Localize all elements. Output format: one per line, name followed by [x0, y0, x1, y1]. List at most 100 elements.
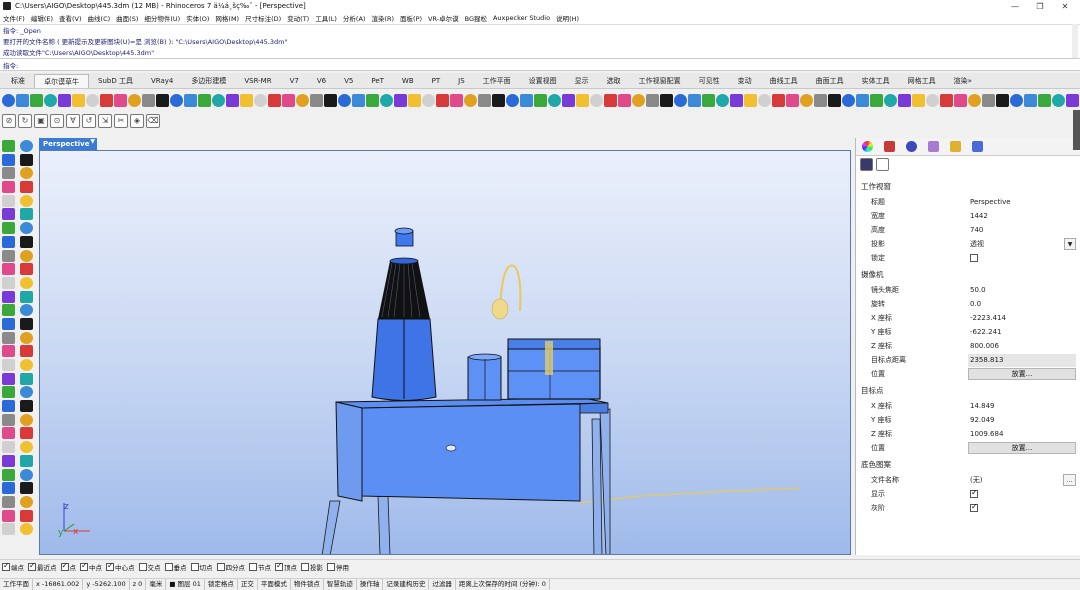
left-tool-icon[interactable]	[20, 345, 33, 358]
show-checkbox[interactable]	[970, 488, 978, 498]
toolbar-tool-icon[interactable]	[814, 94, 827, 107]
toolbar-tool-icon[interactable]	[520, 94, 533, 107]
tool-erase-icon[interactable]: ⌫	[146, 114, 160, 128]
toolbar-tool-icon[interactable]	[982, 94, 995, 107]
toolbar-tool-icon[interactable]	[16, 94, 29, 107]
left-tool-icon[interactable]	[2, 482, 15, 495]
tool-filter-icon[interactable]: ∀	[66, 114, 80, 128]
toolbar-tool-icon[interactable]	[352, 94, 365, 107]
left-tool-icon[interactable]	[20, 468, 33, 481]
value-title[interactable]: Perspective	[968, 196, 1076, 209]
tab-js[interactable]: JS	[449, 74, 474, 88]
status-cplane[interactable]: 工作平面	[0, 578, 33, 590]
toolbar-tool-icon[interactable]	[212, 94, 225, 107]
osnap-option[interactable]: 中点	[80, 561, 102, 572]
toolbar-tool-icon[interactable]	[338, 94, 351, 107]
tab-pt[interactable]: PT	[423, 74, 450, 88]
toolbar-tool-icon[interactable]	[968, 94, 981, 107]
toolbar-tool-icon[interactable]	[58, 94, 71, 107]
value-target-x[interactable]: 14.849	[968, 400, 1076, 413]
menu-solid[interactable]: 实体(O)	[186, 13, 209, 23]
toolbar-tool-icon[interactable]	[422, 94, 435, 107]
toolbar-tool-icon[interactable]	[394, 94, 407, 107]
status-gumball[interactable]: 操作轴	[357, 578, 384, 590]
tool-target-icon[interactable]: ⊙	[50, 114, 64, 128]
toolbar-tool-icon[interactable]	[268, 94, 281, 107]
grayscale-checkbox[interactable]	[970, 502, 978, 512]
chevron-down-icon[interactable]: ▼	[1064, 238, 1076, 250]
texture-icon[interactable]	[972, 141, 983, 152]
status-osnap[interactable]: 物件锁点	[291, 578, 324, 590]
toolbar-tool-icon[interactable]	[996, 94, 1009, 107]
left-tool-icon[interactable]	[20, 441, 33, 454]
toolbar-tool-icon[interactable]	[1066, 94, 1079, 107]
tab-solid-tools[interactable]: 实体工具	[853, 74, 899, 88]
menu-surface[interactable]: 曲面(S)	[116, 13, 138, 23]
left-tool-icon[interactable]	[20, 495, 33, 508]
toolbar-tool-icon[interactable]	[688, 94, 701, 107]
tool-rotate-view-icon[interactable]: ↻	[18, 114, 32, 128]
osnap-option[interactable]: 点	[60, 561, 76, 572]
tab-visibility[interactable]: 可见性	[690, 74, 729, 88]
left-tool-icon[interactable]	[2, 317, 15, 330]
left-tool-icon[interactable]	[20, 509, 33, 522]
menu-panels[interactable]: 面板(P)	[400, 13, 422, 23]
tab-setview[interactable]: 设置视图	[520, 74, 566, 88]
toolbar-tool-icon[interactable]	[954, 94, 967, 107]
left-tool-icon[interactable]	[20, 167, 33, 180]
value-lens[interactable]: 50.0	[968, 284, 1076, 297]
left-tool-icon[interactable]	[20, 523, 33, 536]
tab-vray4[interactable]: VRay4	[142, 74, 182, 88]
osnap-option[interactable]: 停用	[327, 562, 349, 572]
toolbar-tool-icon[interactable]	[44, 94, 57, 107]
osnap-checkbox[interactable]	[28, 561, 36, 571]
tab-zhuoermo[interactable]: 卓尔谟草牛	[34, 74, 89, 88]
tool-layers-icon[interactable]: ◈	[130, 114, 144, 128]
command-input[interactable]	[18, 59, 419, 70]
left-tool-icon[interactable]	[20, 249, 33, 262]
place-target-button[interactable]: 放置...	[968, 442, 1076, 454]
osnap-checkbox[interactable]	[190, 563, 199, 571]
left-tool-icon[interactable]	[2, 194, 15, 207]
toolbar-tool-icon[interactable]	[1052, 94, 1065, 107]
toolbar-tool-icon[interactable]	[674, 94, 687, 107]
left-tool-icon[interactable]	[2, 153, 15, 166]
left-tool-icon[interactable]	[20, 317, 33, 330]
left-tool-icon[interactable]	[20, 235, 33, 248]
menu-view[interactable]: 查看(V)	[59, 13, 82, 23]
left-tool-icon[interactable]	[2, 441, 15, 454]
toolbar-tool-icon[interactable]	[72, 94, 85, 107]
toolbar-tool-icon[interactable]	[408, 94, 421, 107]
toolbar-tool-icon[interactable]	[758, 94, 771, 107]
toolbar-tool-icon[interactable]	[254, 94, 267, 107]
brush-icon[interactable]	[928, 141, 939, 152]
left-tool-icon[interactable]	[2, 276, 15, 289]
menu-vr[interactable]: VR-卓尔谟	[428, 13, 459, 23]
toolbar-tool-icon[interactable]	[464, 94, 477, 107]
menu-curve[interactable]: 曲线(C)	[88, 13, 111, 23]
toolbar-tool-icon[interactable]	[184, 94, 197, 107]
left-tool-icon[interactable]	[20, 482, 33, 495]
toolbar-tool-icon[interactable]	[2, 94, 15, 107]
left-tool-icon[interactable]	[20, 454, 33, 467]
status-ortho[interactable]: 正交	[238, 578, 258, 590]
left-tool-icon[interactable]	[2, 167, 15, 180]
menu-bg[interactable]: BG猩松	[465, 13, 487, 23]
toolbar-tool-icon[interactable]	[884, 94, 897, 107]
right-scrollbar[interactable]	[1073, 110, 1080, 150]
left-tool-icon[interactable]	[2, 427, 15, 440]
left-tool-icon[interactable]	[20, 290, 33, 303]
tab-viewport-layout[interactable]: 工作视窗配置	[630, 74, 690, 88]
left-tool-icon[interactable]	[2, 263, 15, 276]
projection-select[interactable]: 透视 ▼	[968, 238, 1076, 251]
osnap-checkbox[interactable]	[138, 563, 147, 571]
value-height[interactable]: 740	[968, 224, 1076, 237]
menu-subd[interactable]: 细分物件(U)	[144, 13, 180, 23]
left-tool-icon[interactable]	[20, 276, 33, 289]
tool-cplane-icon[interactable]: ⊘	[2, 114, 16, 128]
value-target-z[interactable]: 1009.684	[968, 428, 1076, 441]
status-units[interactable]: 毫米	[146, 578, 167, 590]
left-tool-icon[interactable]	[2, 345, 15, 358]
menu-dimension[interactable]: 尺寸标注(D)	[245, 13, 281, 23]
left-tool-icon[interactable]	[2, 495, 15, 508]
